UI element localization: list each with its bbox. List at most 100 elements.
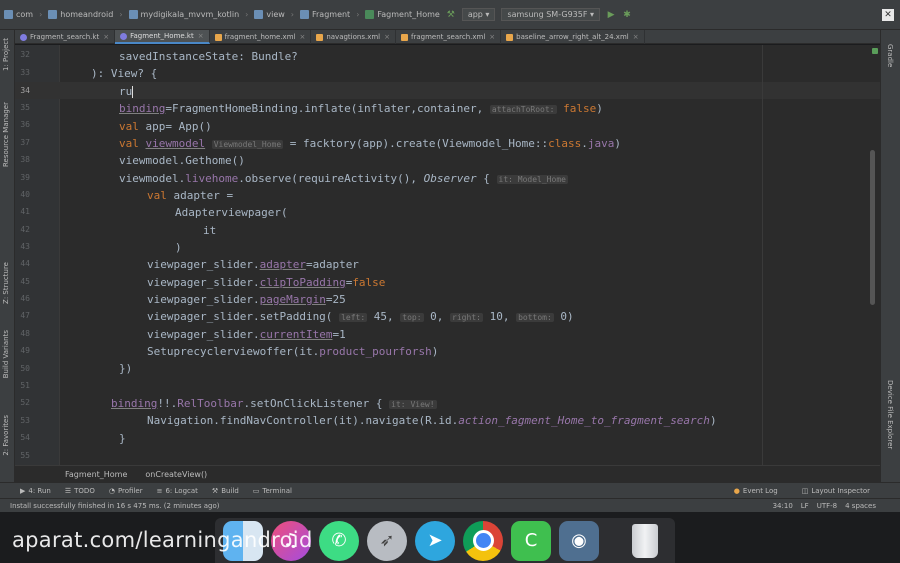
code-line: ) [175, 241, 182, 254]
folder-icon [254, 10, 264, 19]
code-line: Adapterviewpager( [175, 206, 288, 219]
line-number: 39 [20, 173, 30, 182]
tab-fragment-home-xml[interactable]: fragment_home.xml × [210, 30, 312, 44]
nav-crumb-view[interactable]: view [254, 10, 285, 19]
event-log-icon: ● [733, 486, 740, 495]
tab-navagtions-xml[interactable]: navagtions.xml × [311, 30, 396, 44]
folder-icon [48, 10, 58, 19]
code-line-current[interactable]: ru [119, 83, 134, 100]
resource-manager-tool-button[interactable]: Resource Manager [2, 102, 14, 167]
no-errors-marker [872, 48, 878, 54]
right-tool-strip: Gradle Device File Explorer [880, 30, 900, 483]
code-line: viewmodel.Gethome() [119, 154, 245, 167]
favorites-tool-button[interactable]: 2: Favorites [2, 415, 14, 456]
run-icon[interactable]: ▶ [606, 10, 616, 20]
line-number: 32 [20, 50, 30, 59]
camtasia-app-icon[interactable]: C [511, 520, 551, 561]
line-number: 35 [20, 103, 30, 112]
xml-file-icon [401, 33, 408, 41]
code-line: viewpager_slider.clipToPadding=false [147, 276, 386, 289]
close-icon[interactable]: × [384, 33, 390, 41]
close-icon[interactable]: ✕ [882, 9, 894, 21]
gradle-tool-button[interactable]: Gradle [886, 44, 894, 67]
code-line: Setuprecyclerviewoffer(it.product_pourfo… [147, 345, 439, 358]
tab-fagment-home-kt[interactable]: Fagment_Home.kt × [115, 30, 210, 44]
nav-crumb-package[interactable]: mydigikala_mvvm_kotlin [128, 10, 239, 19]
tab-baseline-arrow-xml[interactable]: baseline_arrow_right_alt_24.xml × [501, 30, 645, 44]
project-tool-button[interactable]: 1: Project [2, 38, 14, 71]
line-number: 40 [20, 190, 30, 199]
code-line: binding!!.RelToolbar.setOnClickListener … [111, 397, 437, 410]
code-line: ): View? { [91, 67, 158, 80]
code-line: viewpager_slider.pageMargin=25 [147, 293, 346, 306]
close-icon[interactable]: × [103, 33, 109, 41]
code-line: val viewmodel Viewmodel_Home = facktory(… [119, 137, 621, 150]
launchpad-rocket-app-icon[interactable]: ➶ [367, 520, 407, 561]
preview-app-icon[interactable]: ◉ [559, 520, 599, 561]
nav-crumb-fragment[interactable]: Fragment [299, 10, 350, 19]
device-select[interactable]: samsung SM-G935F ▾ [501, 8, 601, 21]
terminal-icon: ▭ [252, 486, 260, 495]
list-icon: ☰ [64, 486, 72, 495]
code-line: viewpager_slider.setPadding( left: 45, t… [147, 310, 574, 323]
nav-crumb-com[interactable]: com [4, 10, 33, 19]
hammer-icon[interactable]: ⚒ [446, 10, 456, 20]
layout-inspector-tool-button[interactable]: ◫ Layout Inspector [802, 487, 870, 495]
kotlin-file-icon [120, 32, 128, 40]
code-line: viewmodel.livehome.observe(requireActivi… [119, 172, 568, 185]
caret-position[interactable]: 34:10 [773, 502, 793, 510]
line-separator[interactable]: LF [801, 502, 809, 510]
close-icon[interactable]: × [299, 33, 305, 41]
code-line: viewpager_slider.currentItem=1 [147, 328, 346, 341]
tab-fragment-search-kt[interactable]: Fragment_search.kt × [15, 30, 116, 44]
editor-tabs: Fragment_search.kt × Fagment_Home.kt × fra… [15, 30, 880, 44]
breadcrumb-function[interactable]: onCreateView() [145, 470, 207, 479]
breadcrumb-class[interactable]: Fagment_Home [65, 470, 127, 479]
line-number: 49 [20, 346, 30, 355]
line-number: 50 [20, 364, 30, 373]
line-number: 38 [20, 155, 30, 164]
debug-icon[interactable]: ✱ [622, 10, 632, 20]
folder-icon [299, 10, 309, 19]
telegram-app-icon[interactable]: ➤ [415, 520, 455, 561]
xml-file-icon [214, 33, 222, 41]
build-variants-tool-button[interactable]: Build Variants [2, 330, 14, 378]
editor-scrollbar[interactable] [870, 150, 875, 305]
structure-tool-button[interactable]: Z: Structure [2, 262, 14, 304]
code-line: } [119, 432, 126, 445]
trash-app-icon[interactable] [625, 521, 665, 561]
line-number: 43 [20, 242, 30, 251]
android-messages-app-icon[interactable]: ✆ [319, 520, 359, 561]
indent-setting[interactable]: 4 spaces [845, 502, 876, 510]
nav-crumb-homeandroid[interactable]: homeandroid [48, 10, 113, 19]
terminal-tool-button[interactable]: ▭ Terminal [253, 487, 292, 495]
file-encoding[interactable]: UTF-8 [817, 502, 837, 510]
video-watermark: aparat.com/learningandroid [12, 528, 313, 552]
close-icon[interactable]: × [198, 32, 204, 40]
line-number: 47 [20, 311, 30, 320]
run-config-select[interactable]: app ▾ [461, 8, 496, 21]
caret-row-highlight [15, 82, 880, 99]
close-icon[interactable]: × [633, 33, 639, 41]
logcat-icon: ≡ [156, 486, 163, 495]
line-number: 36 [20, 120, 30, 129]
line-number: 45 [20, 277, 30, 286]
code-breadcrumb: Fagment_Home onCreateView() [15, 465, 880, 482]
todo-tool-button[interactable]: ☰ TODO [65, 487, 95, 495]
nav-crumb-file[interactable]: Fagment_Home [365, 10, 440, 19]
logcat-tool-button[interactable]: ≡ 6: Logcat [157, 487, 198, 495]
device-file-explorer-tool-button[interactable]: Device File Explorer [886, 380, 894, 449]
run-tool-button[interactable]: ▶ 4: Run [20, 487, 51, 495]
code-line: val adapter = [147, 189, 234, 202]
chrome-app-icon[interactable] [463, 520, 503, 561]
tab-fragment-search-xml[interactable]: fragment_search.xml × [396, 30, 502, 44]
event-log-tool-button[interactable]: ● Event Log [734, 487, 778, 495]
profiler-tool-button[interactable]: ◔ Profiler [109, 487, 143, 495]
line-number: 42 [20, 225, 30, 234]
xml-file-icon [316, 33, 324, 41]
code-line: it [203, 224, 217, 237]
build-tool-button[interactable]: ⚒ Build [212, 487, 239, 495]
line-number: 51 [20, 381, 30, 390]
status-message[interactable]: Install successfully finished in 16 s 47… [10, 502, 220, 510]
close-icon[interactable]: × [489, 33, 495, 41]
